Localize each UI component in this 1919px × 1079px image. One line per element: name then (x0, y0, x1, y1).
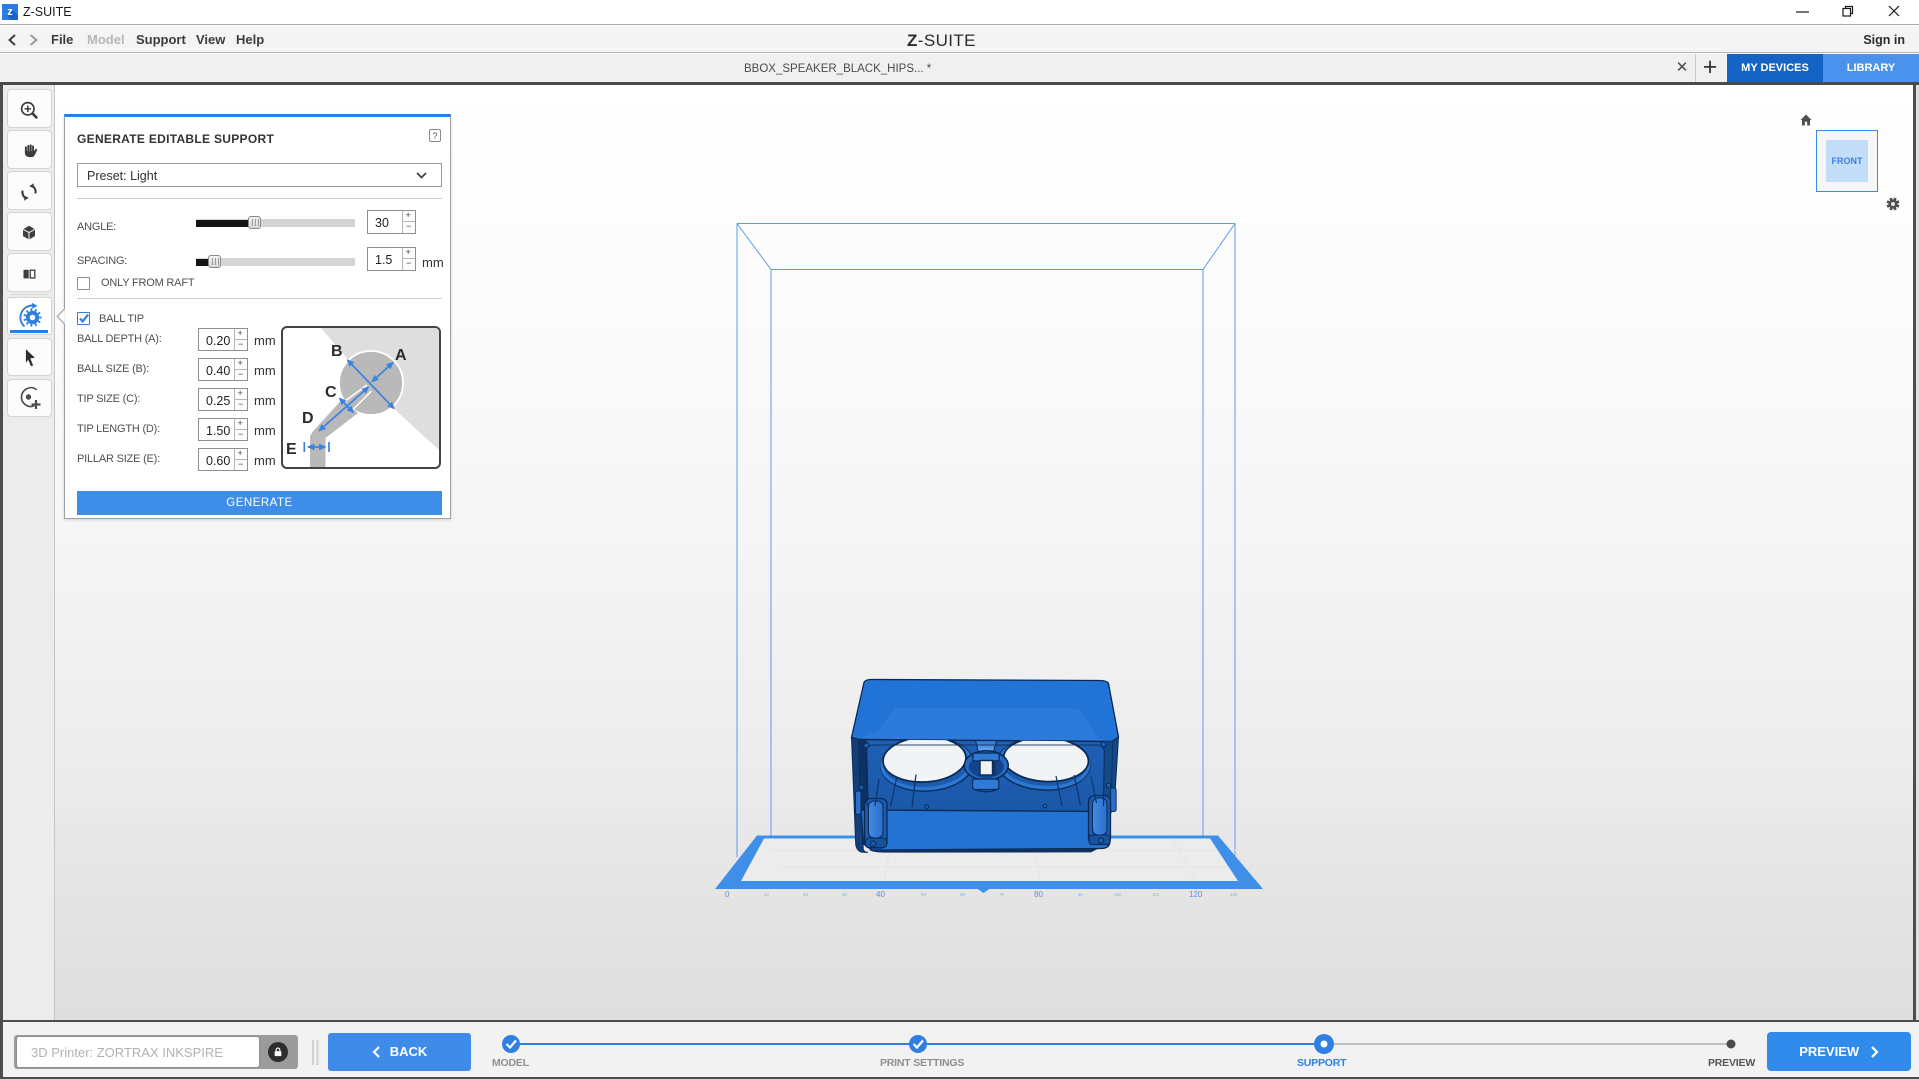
svg-text:E: E (286, 441, 297, 458)
svg-text:130: 130 (1230, 892, 1238, 897)
svg-text:110: 110 (1152, 892, 1160, 897)
svg-text:80: 80 (1034, 890, 1043, 899)
svg-text:0: 0 (725, 890, 730, 899)
svg-text:90: 90 (1078, 892, 1084, 897)
svg-text:10: 10 (764, 892, 770, 897)
svg-text:40: 40 (876, 890, 885, 899)
svg-text:100: 100 (1114, 892, 1122, 897)
svg-text:70: 70 (999, 892, 1005, 897)
svg-text:D: D (302, 410, 314, 427)
svg-text:120: 120 (1189, 890, 1203, 899)
svg-text:50: 50 (921, 892, 927, 897)
svg-text:30: 30 (842, 892, 848, 897)
svg-text:C: C (325, 384, 337, 401)
svg-text:60: 60 (960, 892, 966, 897)
svg-text:20: 20 (803, 892, 809, 897)
svg-text:A: A (395, 347, 407, 364)
svg-text:B: B (331, 343, 343, 360)
